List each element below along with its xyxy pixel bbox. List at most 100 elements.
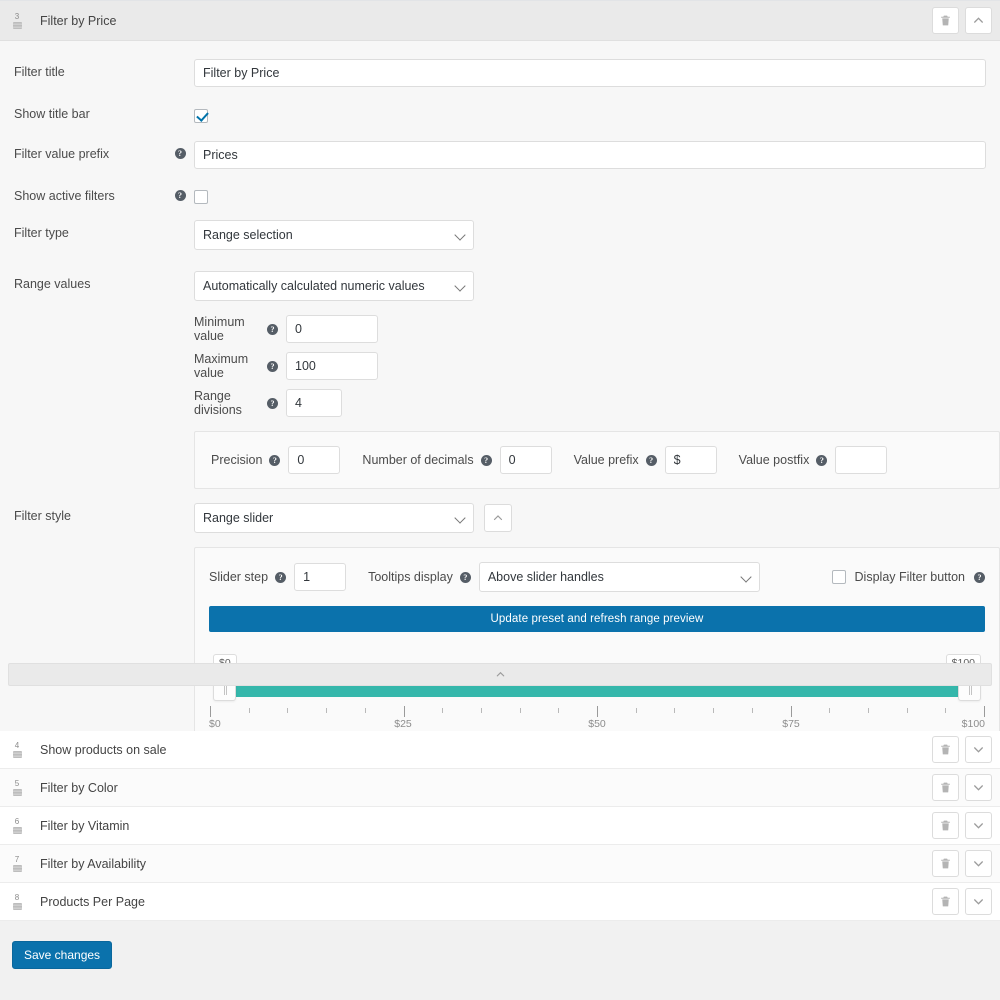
filter-style-collapse-button[interactable]	[484, 504, 512, 533]
expand-filter-button[interactable]	[965, 850, 992, 877]
trash-icon	[941, 782, 950, 793]
drag-handle[interactable]: 3	[6, 12, 28, 29]
minimum-value-input[interactable]	[286, 315, 378, 344]
filter-title-label: Filter title	[14, 65, 65, 79]
filter-value-prefix-input[interactable]	[194, 140, 986, 169]
help-icon[interactable]: ?	[267, 323, 278, 335]
value-prefix-input[interactable]	[664, 446, 717, 475]
grip-icon	[12, 788, 22, 796]
grip-icon	[12, 750, 22, 758]
range-divisions-input[interactable]	[286, 389, 342, 418]
show-active-filters-checkbox[interactable]	[194, 190, 208, 205]
field-tooltips-display: Tooltips display ? Above slider handles	[368, 562, 760, 593]
delete-filter-button[interactable]	[932, 888, 959, 915]
drag-handle[interactable]: 6	[6, 816, 28, 834]
range-values-select[interactable]: Automatically calculated numeric values	[194, 271, 474, 302]
tick-minor	[635, 708, 637, 714]
help-icon[interactable]: ?	[267, 360, 278, 372]
expand-filter-button[interactable]	[965, 774, 992, 801]
help-icon[interactable]: ?	[480, 454, 492, 466]
tick-minor	[906, 708, 908, 714]
delete-filter-button[interactable]	[932, 850, 959, 877]
list-item-order-number: 6	[14, 816, 20, 826]
value-prefix-label: Value prefix	[573, 453, 639, 468]
tooltips-display-select[interactable]: Above slider handles	[478, 562, 760, 593]
grip-icon	[12, 864, 22, 872]
display-filter-button-checkbox[interactable]	[831, 570, 846, 585]
tick-label: $50	[588, 718, 606, 731]
tick-minor	[287, 708, 289, 714]
field-show-active-filters: Show active filters ?	[14, 183, 986, 205]
help-icon[interactable]: ?	[459, 571, 471, 583]
help-icon[interactable]: ?	[174, 189, 186, 201]
tooltips-display-label: Tooltips display	[368, 570, 453, 585]
field-value-prefix: Value prefix ?	[573, 446, 717, 475]
slider-step-input[interactable]	[294, 563, 347, 592]
tick-major	[790, 706, 792, 718]
precision-input[interactable]	[288, 446, 341, 475]
help-icon[interactable]: ?	[275, 571, 287, 583]
show-title-bar-checkbox[interactable]	[194, 108, 208, 123]
list-item[interactable]: 6 Filter by Vitamin	[0, 807, 1000, 845]
grip-icon	[12, 21, 22, 29]
trash-icon	[941, 744, 950, 755]
help-icon[interactable]: ?	[974, 571, 985, 583]
tick-minor	[442, 708, 444, 714]
maximum-value-input[interactable]	[286, 352, 378, 381]
field-precision: Precision ?	[211, 446, 341, 475]
maximum-value-label: Maximum value	[194, 352, 249, 381]
list-item-actions	[932, 888, 992, 915]
list-item[interactable]: 8 Products Per Page	[0, 883, 1000, 921]
drag-handle[interactable]: 5	[6, 779, 28, 796]
field-maximum-value: Maximum value ?	[194, 352, 1000, 381]
delete-filter-button[interactable]	[932, 774, 959, 801]
help-icon[interactable]: ?	[269, 454, 281, 466]
filter-by-price-panel: 3 Filter by Price Filter title Filter by…	[0, 0, 1000, 782]
field-filter-title: Filter title	[14, 59, 986, 87]
help-icon[interactable]: ?	[645, 454, 657, 466]
tick-label: $100	[961, 718, 985, 731]
help-icon[interactable]: ?	[816, 454, 828, 466]
collapse-panel-button[interactable]	[965, 7, 992, 34]
expand-filter-button[interactable]	[965, 736, 992, 763]
help-icon[interactable]: ?	[174, 147, 186, 159]
precision-label: Precision	[211, 453, 263, 468]
delete-filter-button[interactable]	[932, 736, 959, 763]
expand-filter-button[interactable]	[965, 888, 992, 915]
chevron-down-icon	[974, 899, 983, 905]
drag-handle[interactable]: 7	[6, 855, 28, 872]
drag-handle[interactable]: 4	[6, 740, 28, 758]
tick-minor	[364, 708, 366, 714]
collapse-all-bar[interactable]	[8, 663, 992, 686]
list-item[interactable]: 4 Show products on sale	[0, 731, 1000, 769]
update-preset-button[interactable]: Update preset and refresh range preview	[209, 606, 985, 633]
filter-style-select[interactable]: Range slider	[194, 503, 474, 534]
filter-settings-page: 3 Filter by Price Filter title Filter by…	[0, 0, 1000, 1000]
filter-style-label: Filter style	[14, 509, 71, 524]
delete-filter-button[interactable]	[932, 812, 959, 839]
list-item-order-number: 8	[14, 892, 20, 902]
show-active-filters-label: Show active filters	[14, 188, 115, 203]
delete-panel-button[interactable]	[932, 7, 959, 34]
filter-title-input[interactable]	[194, 59, 986, 87]
expand-filter-button[interactable]	[965, 812, 992, 839]
tick-major	[597, 706, 598, 718]
slider-step-label: Slider step	[209, 570, 269, 585]
list-item-order-number: 4	[14, 740, 20, 750]
help-icon[interactable]: ?	[267, 397, 278, 409]
drag-handle[interactable]: 8	[6, 892, 28, 910]
filter-type-select[interactable]: Range selection	[194, 220, 474, 251]
list-item[interactable]: 5 Filter by Color	[0, 769, 1000, 807]
filter-value-prefix-label: Filter value prefix	[14, 146, 110, 161]
help-slot	[166, 59, 194, 66]
save-changes-button[interactable]: Save changes	[12, 941, 113, 969]
help-slot	[166, 220, 194, 227]
grip-icon	[12, 902, 22, 910]
tick-minor	[519, 708, 521, 714]
list-item-label: Filter by Vitamin	[40, 818, 130, 833]
list-item[interactable]: 7 Filter by Availability	[0, 845, 1000, 883]
field-slider-step: Slider step ?	[209, 563, 347, 592]
number-of-decimals-input[interactable]	[499, 446, 552, 475]
list-item-actions	[932, 736, 992, 763]
value-postfix-input[interactable]	[835, 446, 888, 475]
